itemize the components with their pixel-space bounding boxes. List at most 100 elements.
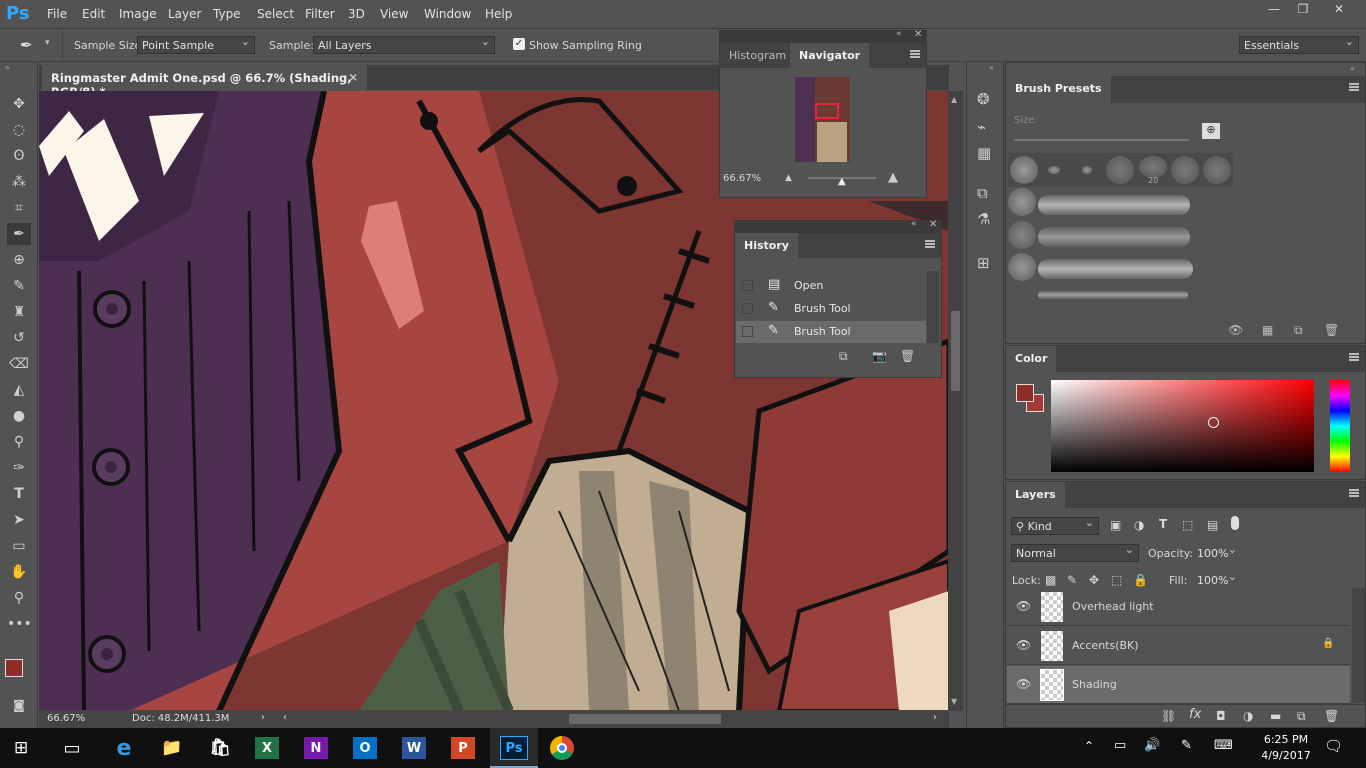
trash-icon[interactable]: 🗑 [900, 349, 915, 363]
clone-stamp-tool-icon[interactable]: ♜ [7, 301, 31, 323]
menu-view[interactable]: View [380, 7, 408, 21]
clock-time[interactable]: 6:25 PM [1258, 733, 1314, 746]
new-layer-icon[interactable]: ⧉ [1297, 709, 1306, 724]
more-tools-icon[interactable]: ••• [7, 613, 32, 635]
volume-icon[interactable]: 🔊 [1144, 738, 1160, 753]
layer-filter-select[interactable]: ⚲ Kind [1011, 516, 1099, 535]
type-layer-filter-icon[interactable]: T [1159, 517, 1167, 531]
brush-preset[interactable] [1139, 156, 1167, 178]
quick-selection-tool-icon[interactable]: ⁂ [7, 171, 31, 193]
sample-select[interactable]: All Layers [313, 35, 495, 54]
menu-3d[interactable]: 3D [348, 7, 365, 21]
toggle-brush-panel-icon[interactable]: 👁 [1228, 323, 1243, 337]
history-brush-source-checkbox[interactable] [742, 280, 753, 291]
workspace-select[interactable]: Essentials [1239, 35, 1359, 54]
brush-stroke-preview[interactable] [1038, 227, 1190, 247]
new-preset-icon[interactable]: ⧉ [1294, 323, 1303, 338]
navigator-zoom-value[interactable]: 66.67% [723, 173, 761, 184]
brush-tool-icon[interactable]: ✎ [7, 275, 31, 297]
panel-drag-bar[interactable]: « ✕ [720, 29, 926, 43]
layer-row[interactable]: 👁 Overhead light [1007, 588, 1350, 626]
brush-preset[interactable] [1008, 188, 1036, 216]
blur-tool-icon[interactable]: ● [7, 405, 31, 427]
zoom-in-icon[interactable]: ▲ [888, 170, 898, 185]
clock-date[interactable]: 4/9/2017 [1258, 749, 1314, 762]
collapse-toolbar-icon[interactable]: » [5, 63, 10, 72]
panel-menu-icon[interactable] [1349, 83, 1359, 91]
lock-image-icon[interactable]: ✎ [1067, 573, 1077, 587]
chevron-down-icon[interactable]: ▾ [45, 38, 50, 48]
lock-artboard-icon[interactable]: ⬚ [1111, 573, 1122, 587]
path-selection-tool-icon[interactable]: ➤ [7, 509, 31, 531]
pen-tool-icon[interactable]: ✑ [7, 457, 31, 479]
rectangle-tool-icon[interactable]: ▭ [7, 535, 31, 557]
trash-icon[interactable]: 🗑 [1324, 709, 1339, 723]
layer-row[interactable]: 👁 Accents(BK) 🔒 [1007, 627, 1350, 665]
brush-stroke-preview[interactable] [1038, 291, 1188, 299]
camera-icon[interactable]: 📷 [872, 349, 887, 363]
brush-preset[interactable] [1010, 156, 1038, 184]
tab-color[interactable]: Color [1006, 346, 1057, 372]
brush-preset[interactable] [1048, 166, 1060, 174]
history-brush-source-checkbox[interactable] [742, 303, 753, 314]
hand-tool-icon[interactable]: ✋ [7, 561, 31, 583]
panel-menu-icon[interactable] [910, 50, 920, 58]
zoom-tool-icon[interactable]: ⚲ [7, 587, 31, 609]
layer-name[interactable]: Accents(BK) [1072, 639, 1139, 652]
brush-preset[interactable] [1106, 156, 1134, 184]
adjustment-layer-filter-icon[interactable]: ◑ [1134, 518, 1144, 532]
minimize-button[interactable]: — [1260, 2, 1288, 16]
brush-grid-icon[interactable]: ▦ [1262, 323, 1273, 337]
menu-help[interactable]: Help [485, 7, 512, 21]
menu-edit[interactable]: Edit [82, 7, 105, 21]
menu-layer[interactable]: Layer [168, 7, 201, 21]
action-center-icon[interactable]: 🗨 [1324, 737, 1343, 755]
edge-icon[interactable]: e [110, 734, 138, 762]
hue-slider[interactable] [1330, 380, 1350, 472]
dodge-tool-icon[interactable]: ⚲ [7, 431, 31, 453]
healing-brush-tool-icon[interactable]: ⊕ [7, 249, 31, 271]
filter-toggle-icon[interactable] [1231, 516, 1239, 530]
history-item[interactable]: ▤ Open [736, 275, 926, 297]
brush-stroke-preview[interactable] [1038, 259, 1193, 279]
marquee-tool-icon[interactable]: ◌ [7, 119, 31, 141]
create-brush-icon[interactable]: ⊕ [1202, 123, 1220, 139]
task-view-icon[interactable]: ▭ [58, 734, 86, 762]
menu-type[interactable]: Type [213, 7, 241, 21]
zoom-out-icon[interactable]: ▲ [785, 173, 792, 183]
lock-position-icon[interactable]: ✥ [1089, 573, 1099, 587]
opacity-input[interactable]: 100% [1192, 543, 1242, 562]
collapse-panel-icon[interactable]: » [1350, 64, 1355, 73]
status-menu-arrow-icon[interactable]: › [261, 712, 265, 723]
brush-preset[interactable] [1008, 253, 1036, 281]
history-brush-tool-icon[interactable]: ↺ [7, 327, 31, 349]
collapse-panel-icon[interactable]: « [896, 29, 902, 39]
move-tool-icon[interactable]: ✥ [7, 93, 31, 115]
file-explorer-icon[interactable]: 📁 [158, 734, 186, 762]
quick-mask-icon[interactable]: ◙ [7, 694, 31, 716]
scroll-down-icon[interactable]: ▼ [951, 697, 957, 706]
eye-icon[interactable]: 👁 [1016, 677, 1031, 691]
properties-icon[interactable]: ⊞ [977, 254, 990, 272]
history-brush-source-checkbox[interactable] [742, 326, 753, 337]
blend-mode-select[interactable]: Normal [1011, 543, 1139, 562]
layer-name[interactable]: Overhead light [1072, 600, 1154, 613]
scroll-up-icon[interactable]: ▲ [951, 95, 957, 104]
adjustments-icon[interactable]: ❂ [977, 90, 990, 108]
menu-file[interactable]: File [47, 7, 67, 21]
outlook-icon[interactable]: O [353, 737, 377, 759]
brush-stroke-preview[interactable] [1038, 195, 1190, 215]
eye-icon[interactable]: 👁 [1016, 638, 1031, 652]
layer-thumbnail[interactable] [1041, 631, 1063, 661]
tab-navigator[interactable]: Navigator [790, 43, 870, 68]
horizontal-scroll-thumb[interactable] [569, 714, 721, 724]
foreground-color-swatch[interactable] [1016, 384, 1034, 402]
photoshop-icon[interactable]: Ps [500, 736, 528, 760]
menu-filter[interactable]: Filter [305, 7, 335, 21]
panel-drag-bar[interactable]: « ✕ [735, 219, 941, 233]
layers-scrollbar[interactable] [1352, 588, 1365, 703]
add-mask-icon[interactable]: ◘ [1216, 709, 1226, 723]
adjustment-layer-icon[interactable]: ◑ [1243, 709, 1253, 723]
layer-style-icon[interactable]: fx [1189, 707, 1201, 722]
tab-brush-presets[interactable]: Brush Presets [1006, 76, 1111, 103]
